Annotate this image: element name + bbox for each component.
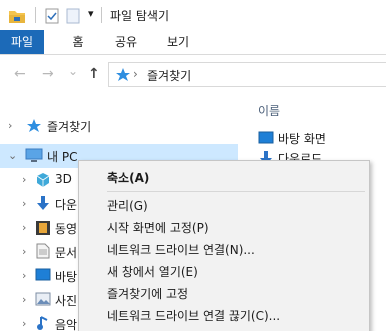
menu-item-disconnect-network-drive[interactable]: 네트워크 드라이브 연결 끊기(C)... bbox=[80, 304, 369, 326]
tab-home[interactable]: 홈 bbox=[62, 30, 94, 54]
chevron-right-icon[interactable]: › bbox=[22, 197, 26, 210]
chevron-right-icon[interactable]: › bbox=[22, 221, 26, 234]
menu-item-label: 네트워크 드라이브 연결(N)... bbox=[107, 243, 255, 257]
menu-item-collapse[interactable]: 축소(A) bbox=[80, 166, 369, 188]
file-explorer-window: ▾ 파일 탐색기 파일 홈 공유 보기 ← → ⌄ ↑ › 즐겨찾기 › 즐겨찾… bbox=[0, 0, 386, 331]
chevron-right-icon[interactable]: › bbox=[22, 317, 26, 330]
properties-icon[interactable] bbox=[45, 8, 59, 24]
tree-item-label: 사진 bbox=[55, 294, 78, 308]
quick-access-dropdown-icon[interactable]: ▾ bbox=[88, 7, 94, 20]
tree-item-label: 3D bbox=[55, 172, 72, 186]
chevron-right-icon[interactable]: › bbox=[22, 173, 26, 186]
menu-item-pin-to-start[interactable]: 시작 화면에 고정(P) bbox=[80, 216, 369, 238]
tree-item-label: 바탕 bbox=[55, 270, 78, 284]
tab-file[interactable]: 파일 bbox=[0, 30, 44, 54]
menu-item-map-network-drive[interactable]: 네트워크 드라이브 연결(N)... bbox=[80, 238, 369, 260]
chevron-right-icon[interactable]: › bbox=[22, 293, 26, 306]
video-icon bbox=[36, 221, 50, 235]
tree-item-label: 다운 bbox=[55, 198, 78, 212]
tree-item-label: 즐겨찾기 bbox=[47, 120, 92, 134]
document-icon bbox=[36, 243, 50, 259]
chevron-right-icon[interactable]: › bbox=[8, 119, 12, 132]
desktop-icon bbox=[35, 268, 51, 281]
tree-item-label: 내 PC bbox=[47, 150, 78, 164]
tree-item-label: 음악 bbox=[55, 318, 78, 331]
ribbon: 파일 홈 공유 보기 bbox=[0, 30, 386, 55]
up-button[interactable]: ↑ bbox=[88, 66, 100, 82]
column-header-name[interactable]: 이름 bbox=[258, 102, 280, 119]
toolbar-separator bbox=[35, 7, 36, 23]
chevron-right-icon[interactable]: › bbox=[22, 269, 26, 282]
address-bar[interactable]: › 즐겨찾기 bbox=[108, 62, 386, 87]
chevron-right-icon[interactable]: › bbox=[22, 245, 26, 258]
title-bar: ▾ 파일 탐색기 bbox=[0, 0, 386, 30]
tree-item-label: 문서 bbox=[55, 246, 78, 260]
pictures-icon bbox=[35, 292, 51, 306]
menu-item-label: 새 창에서 열기(E) bbox=[107, 265, 198, 279]
window-title: 파일 탐색기 bbox=[110, 9, 170, 23]
menu-item-label: 즐겨찾기에 고정 bbox=[107, 287, 189, 301]
folder-icon[interactable] bbox=[8, 8, 26, 24]
breadcrumb-separator-icon[interactable]: › bbox=[133, 67, 138, 81]
computer-icon bbox=[25, 148, 43, 162]
star-icon bbox=[116, 68, 130, 81]
address-path[interactable]: 즐겨찾기 bbox=[147, 67, 191, 84]
file-name: 바탕 화면 bbox=[278, 132, 326, 146]
menu-item-label: 축소(A) bbox=[107, 171, 150, 185]
back-button[interactable]: ← bbox=[14, 66, 26, 82]
menu-item-label: 네트워크 드라이브 연결 끊기(C)... bbox=[107, 309, 281, 323]
menu-item-label: 시작 화면에 고정(P) bbox=[107, 221, 209, 235]
tab-view[interactable]: 보기 bbox=[158, 30, 198, 54]
toolbar-separator bbox=[101, 7, 102, 23]
new-folder-icon[interactable] bbox=[66, 8, 80, 24]
menu-separator bbox=[107, 191, 365, 192]
music-note-icon bbox=[37, 316, 48, 330]
desktop-icon bbox=[258, 131, 274, 144]
cube-icon bbox=[36, 173, 50, 187]
forward-button[interactable]: → bbox=[42, 66, 54, 82]
context-menu: 축소(A) 관리(G) 시작 화면에 고정(P) 네트워크 드라이브 연결(N)… bbox=[78, 160, 370, 331]
menu-item-label: 관리(G) bbox=[107, 199, 148, 213]
chevron-down-icon[interactable]: ⌄ bbox=[8, 149, 17, 162]
star-icon bbox=[27, 119, 41, 132]
tree-item-label: 동영 bbox=[55, 222, 78, 236]
menu-item-pin-to-quick-access[interactable]: 즐겨찾기에 고정 bbox=[80, 282, 369, 304]
tree-item-favorites[interactable]: › 즐겨찾기 bbox=[0, 114, 238, 138]
menu-item-manage[interactable]: 관리(G) bbox=[80, 194, 369, 216]
recent-locations-button[interactable]: ⌄ bbox=[68, 64, 78, 78]
tab-share[interactable]: 공유 bbox=[106, 30, 146, 54]
download-arrow-icon bbox=[37, 196, 49, 210]
menu-item-open-new-window[interactable]: 새 창에서 열기(E) bbox=[80, 260, 369, 282]
